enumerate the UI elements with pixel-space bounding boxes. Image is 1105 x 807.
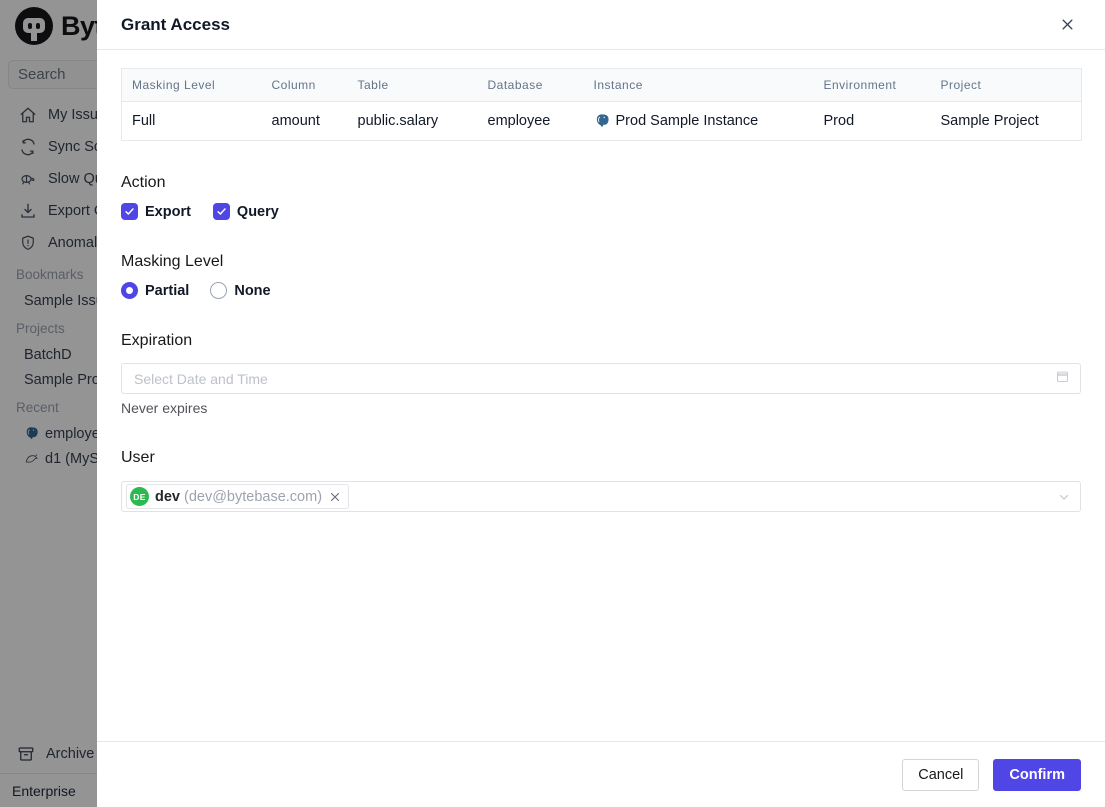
table-row: Full amount public.salary employee Prod … <box>122 102 1082 141</box>
grant-target-table: Masking Level Column Table Database Inst… <box>121 68 1082 141</box>
dialog-title: Grant Access <box>121 14 230 34</box>
checkbox-checked-icon[interactable] <box>212 203 230 220</box>
expiration-date-picker[interactable] <box>121 363 1081 394</box>
cell-environment: Prod <box>823 113 855 129</box>
expiration-date-input[interactable] <box>134 370 1055 387</box>
masking-level-radio-group: Partial None <box>121 282 1081 299</box>
col-header-project: Project <box>930 68 1082 102</box>
user-select[interactable]: DE dev (dev@bytebase.com) <box>121 481 1081 512</box>
dialog-body: Masking Level Column Table Database Inst… <box>97 50 1105 741</box>
cell-table: public.salary <box>357 113 439 129</box>
expiration-section-heading: Expiration <box>121 332 193 349</box>
radio-selected-icon[interactable] <box>121 282 138 299</box>
masking-level-section-heading: Masking Level <box>121 253 224 270</box>
col-header-masking-level: Masking Level <box>121 68 262 102</box>
partial-radio[interactable]: Partial <box>121 282 189 299</box>
close-button[interactable] <box>1053 11 1081 39</box>
dialog-header: Grant Access <box>97 0 1105 50</box>
postgres-icon <box>596 114 609 127</box>
cell-column: amount <box>271 113 320 129</box>
user-avatar: DE <box>130 487 149 506</box>
col-header-environment: Environment <box>813 68 931 102</box>
expiration-hint: Never expires <box>121 400 208 416</box>
close-icon <box>1062 19 1072 30</box>
query-checkbox[interactable]: Query <box>212 203 279 220</box>
checkbox-checked-icon[interactable] <box>121 203 138 220</box>
cell-masking-level: Full <box>132 113 156 129</box>
user-email: (dev@bytebase.com) <box>184 488 323 505</box>
grant-access-dialog: Grant Access Masking Level Column Table … <box>97 0 1105 807</box>
radio-unselected-icon[interactable] <box>210 282 228 299</box>
action-checkbox-group: Export Query <box>121 203 1081 220</box>
none-radio[interactable]: None <box>210 282 271 299</box>
remove-user-icon[interactable] <box>329 491 341 503</box>
table-header-row: Masking Level Column Table Database Inst… <box>121 68 1082 102</box>
action-section-heading: Action <box>121 174 166 191</box>
cancel-button[interactable]: Cancel <box>902 758 980 791</box>
user-name: dev <box>155 488 180 505</box>
col-header-database: Database <box>477 68 584 102</box>
confirm-button[interactable]: Confirm <box>993 758 1081 791</box>
col-header-instance: Instance <box>583 68 814 102</box>
cell-instance: Prod Sample Instance <box>584 102 814 141</box>
user-section-heading: User <box>121 449 155 466</box>
calendar-icon <box>1055 369 1070 389</box>
chevron-down-icon <box>1057 490 1071 504</box>
col-header-column: Column <box>261 68 348 102</box>
cell-database: employee <box>487 113 551 129</box>
dialog-footer: Cancel Confirm <box>97 741 1105 807</box>
col-header-table: Table <box>347 68 478 102</box>
export-checkbox[interactable]: Export <box>121 203 191 220</box>
user-tag: DE dev (dev@bytebase.com) <box>126 484 350 509</box>
cell-project: Sample Project <box>940 113 1039 129</box>
